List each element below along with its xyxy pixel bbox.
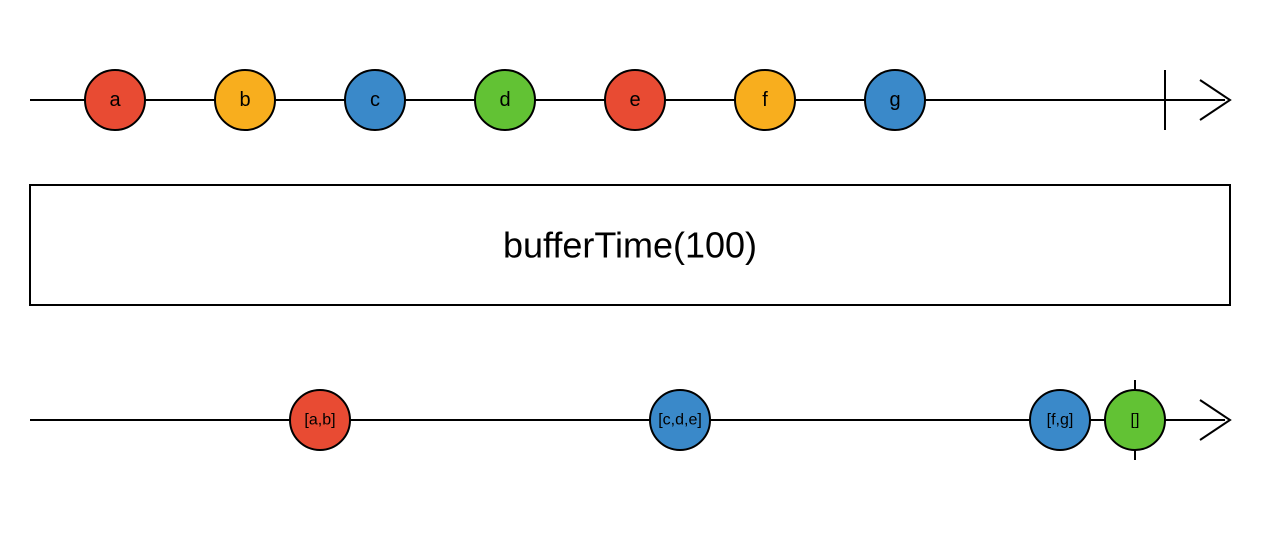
operator-label: bufferTime(100) bbox=[503, 225, 757, 266]
svg-text:c: c bbox=[370, 89, 380, 111]
output-marble-ab: [a,b] bbox=[290, 390, 350, 450]
svg-text:d: d bbox=[499, 89, 510, 111]
marble-diagram: a b c d e f g bufferTime(100) bbox=[0, 0, 1280, 540]
svg-text:[]: [] bbox=[1131, 412, 1140, 429]
input-marble-a: a bbox=[85, 70, 145, 130]
input-marble-g: g bbox=[865, 70, 925, 130]
svg-text:b: b bbox=[239, 89, 250, 111]
operator-box: bufferTime(100) bbox=[30, 185, 1230, 305]
svg-text:g: g bbox=[889, 89, 900, 111]
input-marble-c: c bbox=[345, 70, 405, 130]
input-marble-b: b bbox=[215, 70, 275, 130]
output-marble-empty: [] bbox=[1105, 390, 1165, 450]
svg-text:[c,d,e]: [c,d,e] bbox=[658, 412, 702, 429]
svg-text:[a,b]: [a,b] bbox=[304, 412, 335, 429]
svg-text:f: f bbox=[762, 89, 768, 111]
output-marble-cde: [c,d,e] bbox=[650, 390, 710, 450]
input-marble-e: e bbox=[605, 70, 665, 130]
input-marble-f: f bbox=[735, 70, 795, 130]
input-marble-d: d bbox=[475, 70, 535, 130]
svg-text:[f,g]: [f,g] bbox=[1047, 412, 1074, 429]
output-timeline: [a,b] [c,d,e] [f,g] [] bbox=[30, 380, 1230, 460]
svg-text:a: a bbox=[109, 89, 121, 111]
output-marble-fg: [f,g] bbox=[1030, 390, 1090, 450]
input-timeline: a b c d e f g bbox=[30, 70, 1230, 130]
svg-text:e: e bbox=[629, 89, 640, 111]
